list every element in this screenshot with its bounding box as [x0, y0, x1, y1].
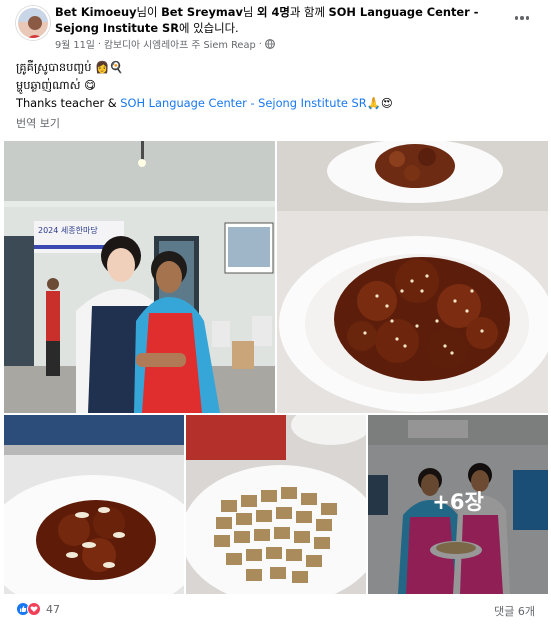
more-options-icon[interactable] — [512, 10, 532, 26]
post-header-text: Bet Kimoeuy님이 Bet Sreymav님 외 4명과 함께 SOH … — [55, 4, 495, 36]
post-line-3: Thanks teacher & SOH Language Center - S… — [16, 94, 536, 112]
post-line-1: គ្រូគឺស្រូបានបញ្ចប់ 👩‍🍳 — [16, 60, 124, 74]
globe-icon[interactable] — [264, 39, 275, 49]
post-location[interactable]: 캄보디아 시엠레아프 주 Siem Reap — [104, 37, 256, 51]
post-footer: 47 댓글 6개 — [0, 597, 551, 627]
see-translation-link[interactable]: 번역 보기 — [16, 115, 60, 131]
photo-1[interactable]: 2024 세종한마당 — [4, 141, 275, 413]
photo-4[interactable] — [186, 415, 366, 594]
photo-3[interactable] — [4, 415, 184, 594]
comment-count-link[interactable]: 댓글 6개 — [494, 603, 535, 619]
author-avatar[interactable] — [16, 6, 50, 40]
meta-separator: · — [258, 38, 262, 50]
post-meta: 9월 11일 · 캄보디아 시엠레아프 주 Siem Reap · — [55, 37, 275, 51]
reactions-summary[interactable]: 47 — [16, 602, 60, 616]
connector-text: 님이 — [136, 5, 158, 19]
connector-text: 에 있습니다. — [179, 21, 239, 35]
love-reaction-icon — [27, 602, 41, 616]
photo-2[interactable] — [277, 141, 548, 413]
more-photos-count: +6장 — [432, 489, 484, 514]
banner-text: 2024 세종한마당 — [38, 225, 98, 235]
post-emoji: 🙏😍 — [366, 96, 393, 110]
meta-separator: · — [97, 38, 101, 50]
tagged-name[interactable]: Bet Sreymav — [161, 5, 243, 19]
reaction-count: 47 — [46, 602, 60, 616]
post-text: Thanks teacher & — [16, 96, 121, 110]
others-count[interactable]: 외 4명 — [257, 5, 290, 19]
page-mention-link[interactable]: SOH Language Center - Sejong Institute S… — [120, 96, 366, 110]
post-header: Bet Kimoeuy님이 Bet Sreymav님 외 4명과 함께 SOH … — [0, 0, 551, 56]
author-name[interactable]: Bet Kimoeuy — [55, 5, 137, 19]
more-photos-overlay[interactable]: +6장 — [368, 415, 548, 594]
post-line-2: ម្ហូបឆ្ងាញ់ណាស់ 😋 — [16, 78, 97, 92]
post-body: គ្រូគឺស្រូបានបញ្ចប់ 👩‍🍳 ម្ហូបឆ្ងាញ់ណាស់ … — [16, 58, 536, 112]
post-date[interactable]: 9월 11일 — [55, 37, 95, 51]
photo-5[interactable]: +6장 — [368, 415, 548, 594]
connector-text: 과 함께 — [289, 5, 325, 19]
facebook-post: Bet Kimoeuy님이 Bet Sreymav님 외 4명과 함께 SOH … — [0, 0, 551, 630]
connector-text: 님 — [242, 5, 254, 19]
